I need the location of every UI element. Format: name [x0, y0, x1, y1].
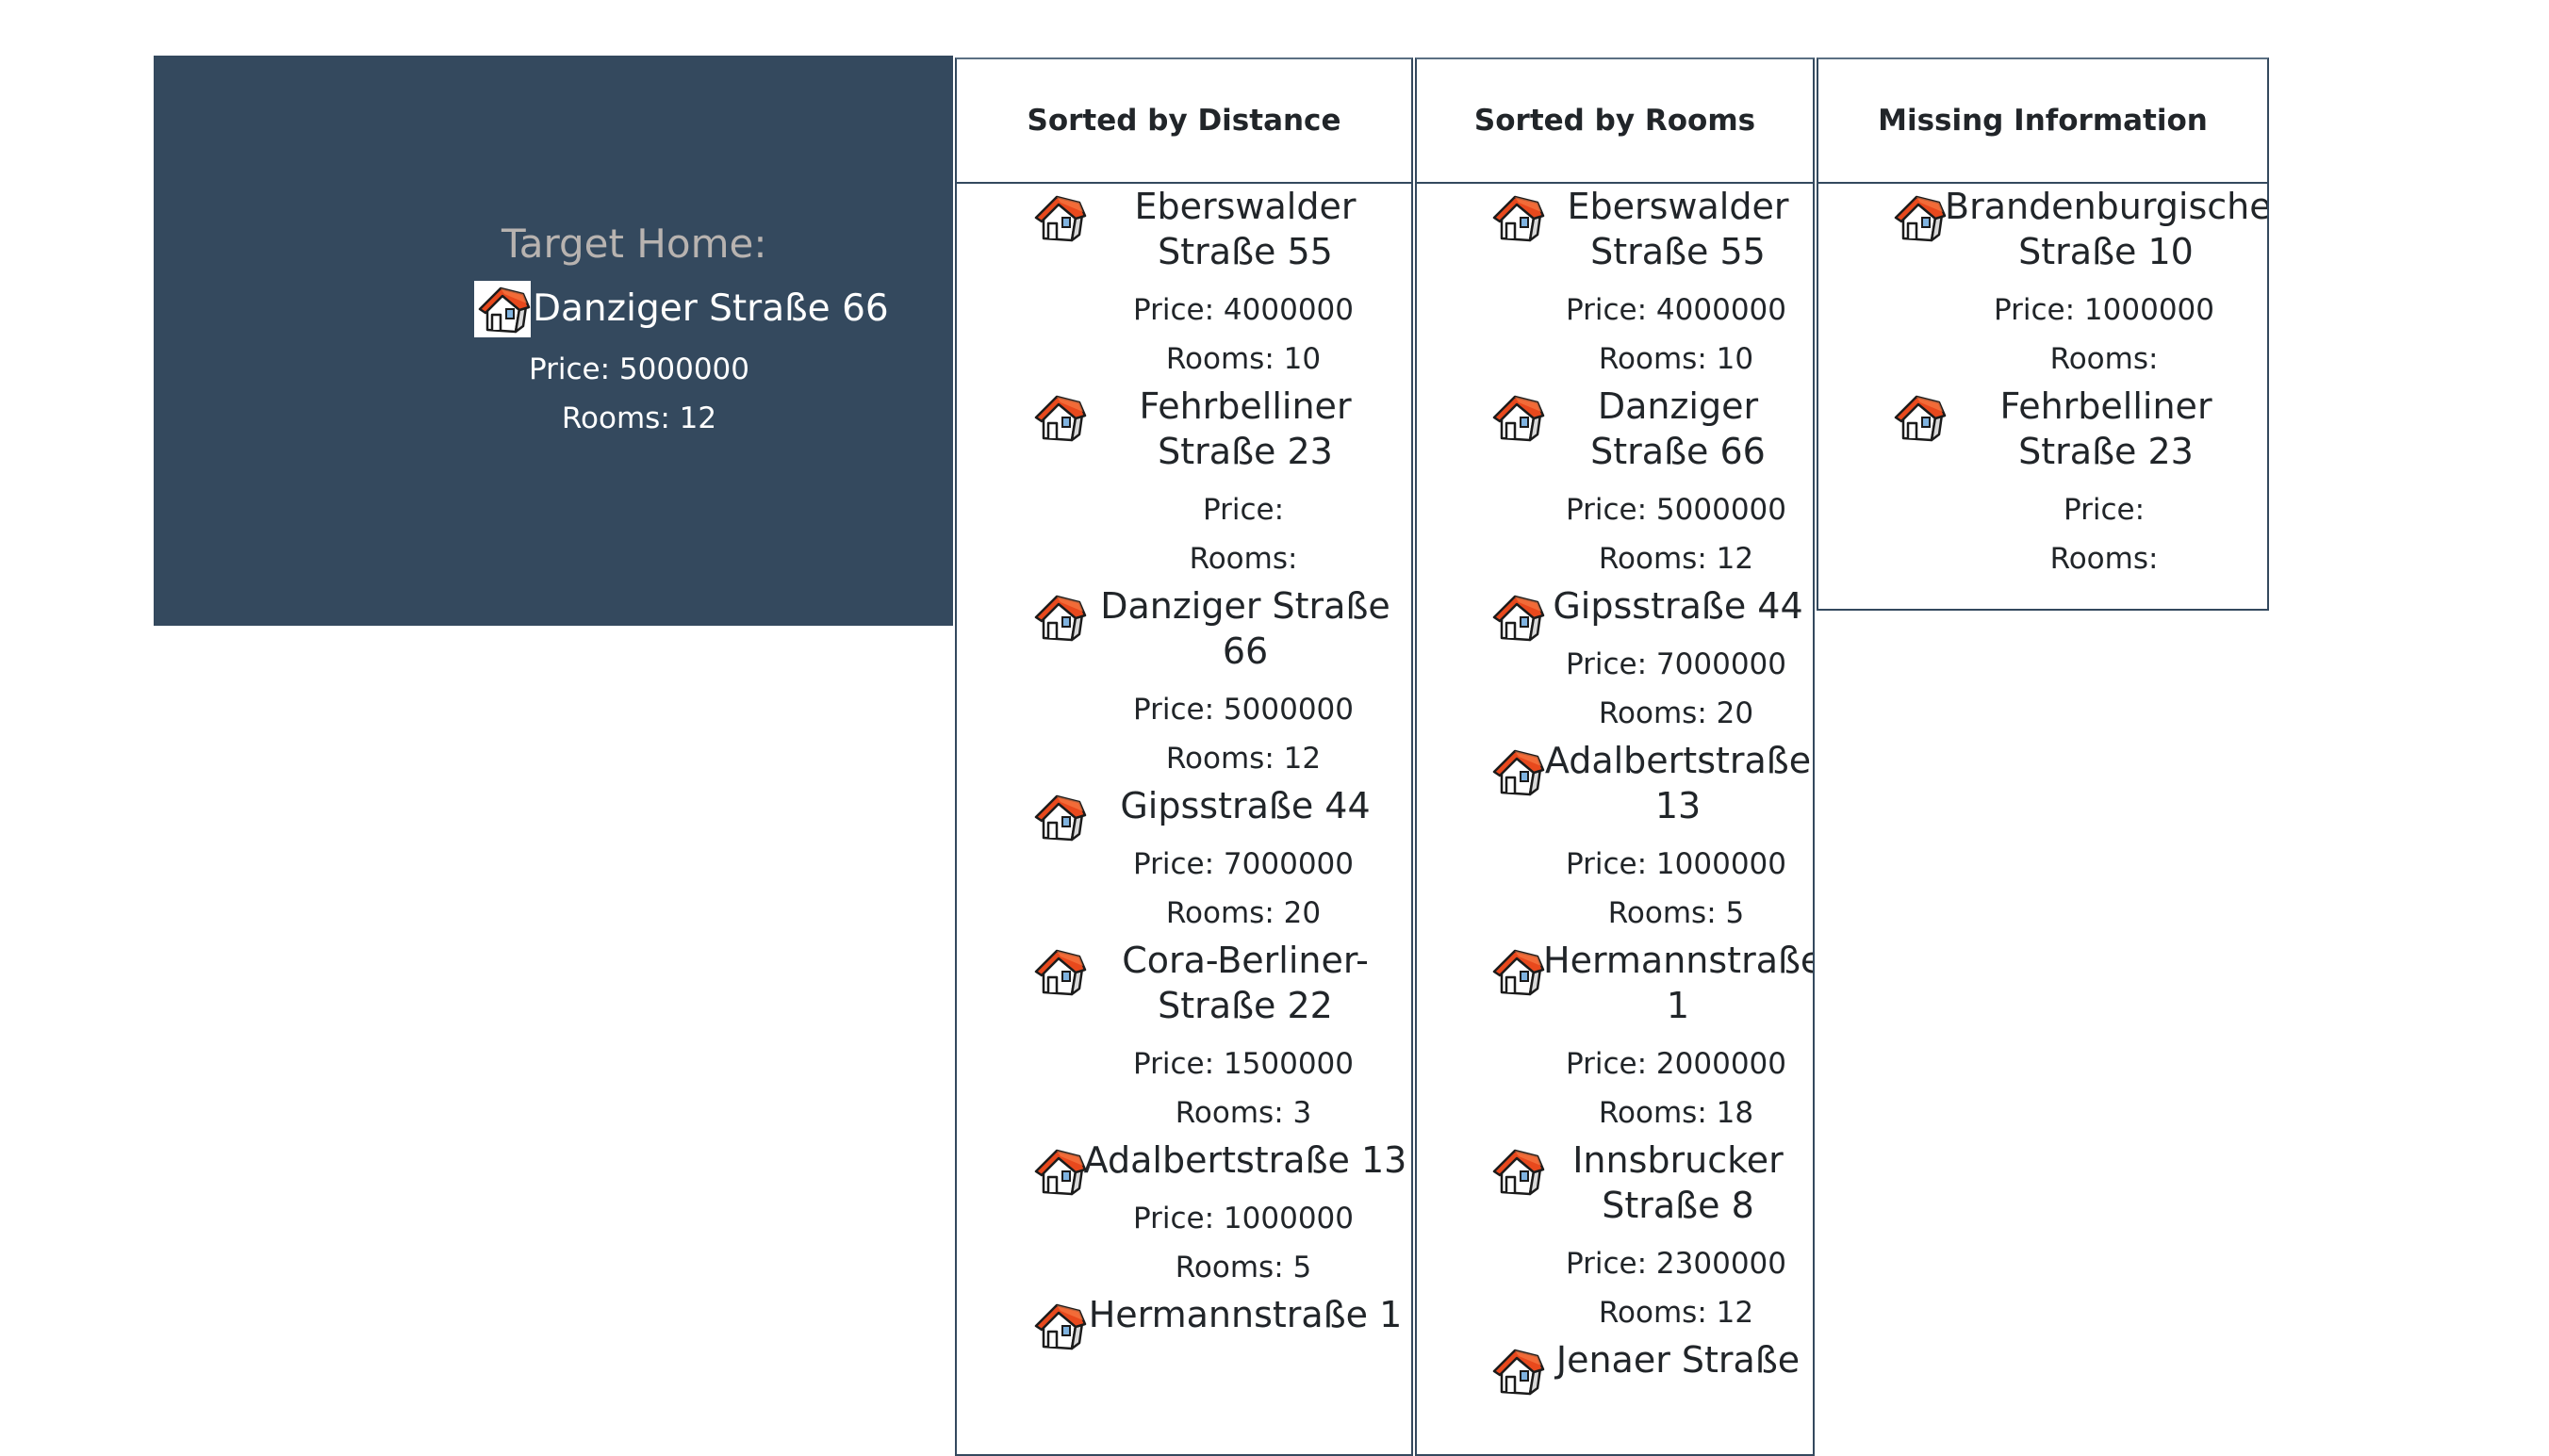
listing-rooms: Rooms: 5 — [1607, 896, 1745, 930]
house-icon — [1030, 589, 1087, 646]
listing-rooms: Rooms: 12 — [1165, 742, 1322, 776]
target-home-heading: Target Home: — [502, 221, 767, 267]
listing-item: Eberswalder Straße 55 Price: 4000000 Rooms… — [957, 184, 1411, 384]
listing-rooms: Rooms: 3 — [1175, 1096, 1312, 1130]
listing-price: Price: 1500000 — [1133, 1047, 1354, 1081]
house-icon — [1030, 389, 1087, 446]
listing-list: Brandenburgische Straße 10 Price: 1000000… — [1818, 184, 2267, 583]
house-icon — [1488, 189, 1545, 246]
listing-item: Cora-Berliner-Straße 22 Price: 1500000 Roo… — [957, 938, 1411, 1137]
listing-price: Price: 2300000 — [1566, 1247, 1786, 1281]
listing-item: Adalbertstraße 13 Price: 1000000 Rooms: 5 — [957, 1137, 1411, 1292]
house-icon — [1890, 189, 1947, 246]
listing-item: Innsbrucker Straße 8 Price: 2300000 Rooms:… — [1417, 1137, 1813, 1337]
listing-price: Price: 4000000 — [1566, 293, 1786, 327]
target-home-price: Price: 5000000 — [529, 352, 749, 386]
listing-list: Eberswalder Straße 55 Price: 4000000 Rooms… — [957, 184, 1411, 1350]
listing-item: Danziger Straße 66 Price: 5000000 Rooms: 1… — [957, 583, 1411, 783]
listing-rooms: Rooms: 10 — [1598, 342, 1754, 376]
listing-name: Eberswalder Straße 55 — [1567, 186, 1789, 272]
column-sorted-by-distance: Sorted by Distance Eberswalder Straße 55… — [955, 57, 1413, 1456]
house-icon — [1488, 943, 1545, 1000]
house-icon — [1488, 389, 1545, 446]
listing-item: Danziger Straße 66 Price: 5000000 Rooms: 1… — [1417, 384, 1813, 583]
listing-rooms: Rooms: 20 — [1165, 896, 1322, 930]
listing-name: Adalbertstraße 13 — [1544, 740, 1812, 826]
listing-rooms: Rooms: 10 — [1165, 342, 1322, 376]
listing-name: Brandenburgische Straße 10 — [1945, 186, 2269, 272]
listing-price: Price: — [2063, 493, 2146, 527]
house-icon — [474, 281, 531, 337]
target-home-name: Danziger Straße 66 — [533, 287, 889, 330]
column-header: Sorted by Rooms — [1417, 59, 1813, 184]
listing-item: Hermannstraße 1 — [957, 1292, 1411, 1350]
target-home-panel: Target Home: Danziger Straße 66 Price: 5… — [154, 56, 953, 626]
listing-price: Price: 2000000 — [1566, 1047, 1786, 1081]
listing-name: Cora-Berliner-Straße 22 — [1122, 940, 1369, 1026]
listing-name: Danziger Straße 66 — [1100, 585, 1390, 672]
listing-price: Price: 5000000 — [1133, 693, 1354, 727]
house-icon — [1030, 943, 1087, 1000]
target-home-rooms: Rooms: 12 — [561, 401, 717, 435]
listing-item: Gipsstraße 44 Price: 7000000 Rooms: 20 — [1417, 583, 1813, 738]
listing-item: Gipsstraße 44 Price: 7000000 Rooms: 20 — [957, 783, 1411, 938]
house-icon — [1890, 389, 1947, 446]
listing-name: Jenaer Straße — [1555, 1339, 1801, 1381]
listing-name: Danziger Straße 66 — [1590, 385, 1766, 472]
listing-rooms: Rooms: 20 — [1598, 696, 1754, 730]
listing-item: Eberswalder Straße 55 Price: 4000000 Rooms… — [1417, 184, 1813, 384]
column-header: Sorted by Distance — [957, 59, 1411, 184]
target-home-name-row: Danziger Straße 66 — [474, 281, 917, 337]
house-icon — [1488, 589, 1545, 646]
house-icon — [1030, 1143, 1087, 1200]
listing-rooms: Rooms: — [2049, 542, 2159, 576]
listing-price: Price: 7000000 — [1566, 647, 1786, 681]
house-icon — [1488, 744, 1545, 800]
listing-price: Price: 1000000 — [1133, 1202, 1354, 1235]
listing-name: Hermannstraße 1 — [1543, 940, 1815, 1026]
listing-name: Gipsstraße 44 — [1120, 785, 1371, 826]
listing-rooms: Rooms: 12 — [1598, 542, 1754, 576]
listing-name: Hermannstraße 1 — [1088, 1294, 1403, 1335]
house-icon — [1030, 1298, 1087, 1354]
listing-item: Fehrbelliner Straße 23 Price: Rooms: — [1818, 384, 2267, 583]
column-missing-information: Missing Information Brandenburgische Str… — [1817, 57, 2269, 611]
listing-list: Eberswalder Straße 55 Price: 4000000 Rooms… — [1417, 184, 1815, 1396]
house-icon — [1488, 1143, 1545, 1200]
listing-item: Jenaer Straße — [1417, 1337, 1813, 1396]
column-sorted-by-rooms: Sorted by Rooms Eberswalder Straße 55 Pri… — [1415, 57, 1815, 1456]
listing-price: Price: 5000000 — [1566, 493, 1786, 527]
listing-item: Hermannstraße 1 Price: 2000000 Rooms: 18 — [1417, 938, 1815, 1137]
listing-name: Fehrbelliner Straße 23 — [1999, 385, 2212, 472]
listing-item: Brandenburgische Straße 10 Price: 1000000… — [1818, 184, 2269, 384]
house-icon — [1030, 789, 1087, 845]
listing-price: Price: 1000000 — [1994, 293, 2214, 327]
listing-price: Price: 7000000 — [1133, 847, 1354, 881]
listing-rooms: Rooms: 12 — [1598, 1296, 1754, 1330]
listing-price: Price: 4000000 — [1133, 293, 1354, 327]
listing-item: Adalbertstraße 13 Price: 1000000 Rooms: 5 — [1417, 738, 1813, 938]
listing-rooms: Rooms: 5 — [1175, 1251, 1312, 1284]
listing-name: Eberswalder Straße 55 — [1134, 186, 1357, 272]
listing-item: Fehrbelliner Straße 23 Price: Rooms: — [957, 384, 1411, 583]
listing-price: Price: — [1202, 493, 1285, 527]
listing-rooms: Rooms: — [2049, 342, 2159, 376]
listing-rooms: Rooms: — [1189, 542, 1298, 576]
listing-rooms: Rooms: 18 — [1598, 1096, 1754, 1130]
listing-price: Price: 1000000 — [1566, 847, 1786, 881]
house-icon — [1030, 189, 1087, 246]
listing-name: Fehrbelliner Straße 23 — [1139, 385, 1352, 472]
listing-name: Adalbertstraße 13 — [1083, 1139, 1407, 1181]
listing-name: Innsbrucker Straße 8 — [1572, 1139, 1784, 1226]
listing-name: Gipsstraße 44 — [1553, 585, 1803, 627]
column-header: Missing Information — [1818, 59, 2267, 184]
house-icon — [1488, 1343, 1545, 1399]
